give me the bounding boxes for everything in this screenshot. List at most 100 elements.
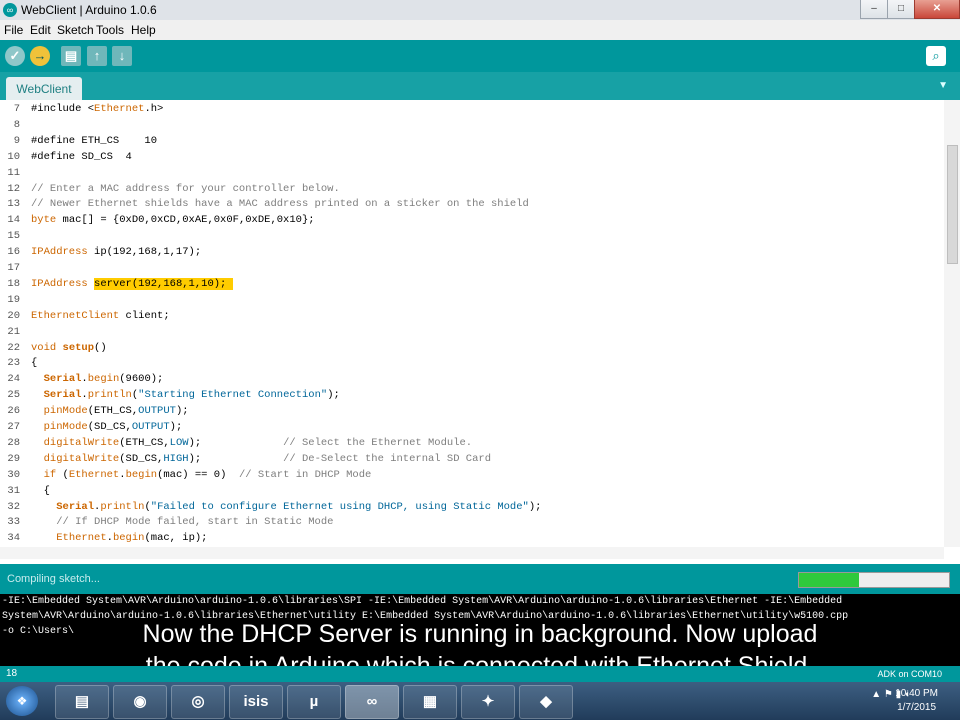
code-token: ); xyxy=(528,500,542,513)
taskbar-tools-icon[interactable]: ✦ xyxy=(461,685,515,719)
code-token: Ethernet xyxy=(68,468,120,481)
close-button[interactable]: ✕ xyxy=(914,0,960,19)
code-line[interactable]: 14 byte mac[] = {0xD0,0xCD,0xAE,0x0F,0xDE… xyxy=(0,212,944,228)
code-text: Serial.println("Starting Ethernet Connec… xyxy=(31,387,340,403)
taskbar-explorer-icon[interactable]: ▤ xyxy=(55,685,109,719)
open-sketch-button[interactable]: ↑ xyxy=(87,46,107,66)
taskbar-app-tool-icon[interactable]: ◆ xyxy=(519,685,573,719)
code-line[interactable]: 17 xyxy=(0,260,944,276)
code-line[interactable]: 23 { xyxy=(0,355,944,371)
taskbar-chrome-icon[interactable]: ◎ xyxy=(171,685,225,719)
code-token: digitalWrite xyxy=(43,452,120,465)
code-line[interactable]: 22 void setup() xyxy=(0,340,944,356)
horizontal-scrollbar[interactable] xyxy=(0,547,944,559)
windows-start-icon[interactable]: ❖ xyxy=(6,686,38,716)
code-line[interactable]: 28 digitalWrite(ETH_CS,LOW); // Select t… xyxy=(0,435,944,451)
code-line[interactable]: 25 Serial.println("Starting Ethernet Con… xyxy=(0,387,944,403)
code-token: ); xyxy=(169,421,183,433)
line-number-gutter: 22 xyxy=(7,341,20,354)
code-token: Serial xyxy=(56,500,95,513)
taskbar-utorrent-icon[interactable]: µ xyxy=(287,685,341,719)
code-token: ); xyxy=(175,405,189,418)
code-text: #define SD_CS 4 xyxy=(31,149,132,165)
code-line[interactable]: 31 { xyxy=(0,483,944,499)
code-line[interactable]: 19 xyxy=(0,292,944,308)
code-token: (SD_CS, xyxy=(119,452,164,465)
line-number-gutter: 18 xyxy=(7,277,20,290)
minimize-button[interactable]: – xyxy=(860,0,888,19)
code-line[interactable]: 30 if (Ethernet.begin(mac) == 0) // Star… xyxy=(0,467,944,483)
menu-sketch[interactable]: Sketch xyxy=(57,23,94,37)
menu-help[interactable]: Help xyxy=(131,23,156,37)
code-line[interactable]: 12 // Enter a MAC address for your contro… xyxy=(0,181,944,197)
code-line[interactable]: 26 pinMode(ETH_CS,OUTPUT); xyxy=(0,403,944,419)
taskbar: ❖ ▤ ◉ ◎ isis µ ∞ ▦ ✦ ◆ ▲ ⚑ ▮ ◖ 10:40 PM 1/7/2015 xyxy=(0,682,960,720)
editor-footer: 18 ADK on COM10 xyxy=(0,666,960,682)
code-text: { xyxy=(31,355,37,371)
code-token: setup xyxy=(62,341,95,354)
code-line[interactable]: 32 Serial.println("Failed to configure E… xyxy=(0,499,944,515)
code-line[interactable]: 24 Serial.begin(9600); xyxy=(0,371,944,387)
code-token: Serial xyxy=(43,373,82,386)
code-token: (ETH_CS, xyxy=(119,436,170,449)
code-token: (mac, ip); xyxy=(144,532,208,545)
code-token: ); xyxy=(327,389,340,402)
code-token: #define ETH_CS 10 xyxy=(31,134,158,147)
code-token: // If DHCP Mode failed, start in Static … xyxy=(56,516,334,529)
taskbar-app-window-icon[interactable]: ▦ xyxy=(403,685,457,719)
code-token: .h> xyxy=(144,103,164,115)
code-text: // Newer Ethernet shields have a MAC add… xyxy=(31,196,529,212)
code-line[interactable]: 29 digitalWrite(SD_CS,HIGH); // De-Selec… xyxy=(0,451,944,467)
code-line[interactable]: 11 xyxy=(0,165,944,181)
title-bar: ∞ WebClient | Arduino 1.0.6 – □ ✕ xyxy=(0,0,960,21)
console-line: -IE:\Embedded System\AVR\Arduino\arduino… xyxy=(2,596,843,607)
scrollbar-thumb[interactable] xyxy=(947,145,958,264)
code-line[interactable]: 21 xyxy=(0,324,944,340)
menu-tools[interactable]: Tools xyxy=(96,23,124,37)
code-line[interactable]: 13 // Newer Ethernet shields have a MAC a… xyxy=(0,196,944,212)
menu-edit[interactable]: Edit xyxy=(30,23,51,37)
code-line[interactable]: 18 IPAddress server(192,168,1,10); xyxy=(0,276,944,292)
line-number-gutter: 33 xyxy=(7,516,20,529)
menu-file[interactable]: File xyxy=(4,23,23,37)
code-token: digitalWrite xyxy=(43,436,120,449)
code-token: // Enter a MAC address for your controll… xyxy=(31,182,340,195)
taskbar-isis-icon[interactable]: isis xyxy=(229,685,283,719)
code-token: IPAddress xyxy=(31,246,88,259)
taskbar-arduino-icon[interactable]: ∞ xyxy=(345,685,399,719)
upload-button[interactable]: → xyxy=(30,46,50,66)
code-line[interactable]: 7 #include <Ethernet.h> xyxy=(0,101,944,117)
code-line[interactable]: 34 Ethernet.begin(mac, ip); xyxy=(0,530,944,546)
maximize-button[interactable]: □ xyxy=(887,0,915,19)
serial-monitor-button[interactable]: ⌕ xyxy=(926,46,946,66)
code-line[interactable]: 20 EthernetClient client; xyxy=(0,308,944,324)
code-line[interactable]: 15 xyxy=(0,228,944,244)
status-message: Compiling sketch... xyxy=(7,573,100,585)
code-token: println xyxy=(87,389,132,402)
code-token: // Start in DHCP Mode xyxy=(239,468,372,481)
code-token: { xyxy=(31,484,50,497)
code-text: digitalWrite(SD_CS,HIGH); // De-Select t… xyxy=(31,451,491,467)
code-line[interactable]: 27 pinMode(SD_CS,OUTPUT); xyxy=(0,419,944,435)
code-line[interactable]: 10 #define SD_CS 4 xyxy=(0,149,944,165)
line-number-gutter: 32 xyxy=(7,500,20,513)
tab-webclient[interactable]: WebClient xyxy=(6,77,82,100)
code-token: ip(192,168,1,17); xyxy=(87,246,202,259)
new-sketch-button[interactable]: ▤ xyxy=(61,46,81,66)
code-line[interactable]: 9 #define ETH_CS 10 xyxy=(0,133,944,149)
tab-menu-icon[interactable]: ▼ xyxy=(938,80,948,91)
code-line[interactable]: 33 // If DHCP Mode failed, start in Stat… xyxy=(0,514,944,530)
clock[interactable]: 10:40 PM 1/7/2015 xyxy=(895,687,938,715)
code-token: // Select the Ethernet Module. xyxy=(283,436,473,449)
save-sketch-button[interactable]: ↓ xyxy=(112,46,132,66)
vertical-scrollbar[interactable] xyxy=(944,100,960,547)
code-editor[interactable]: 7 #include <Ethernet.h> 8 9 #define ETH_CS 1… xyxy=(0,100,944,547)
verify-button[interactable]: ✓ xyxy=(5,46,25,66)
line-number-gutter: 16 xyxy=(7,246,20,259)
code-line[interactable]: 16 IPAddress ip(192,168,1,17); xyxy=(0,244,944,260)
taskbar-firefox-icon[interactable]: ◉ xyxy=(113,685,167,719)
code-token: EthernetClient xyxy=(31,309,120,322)
code-text: { xyxy=(31,483,50,499)
code-line[interactable]: 8 xyxy=(0,117,944,133)
